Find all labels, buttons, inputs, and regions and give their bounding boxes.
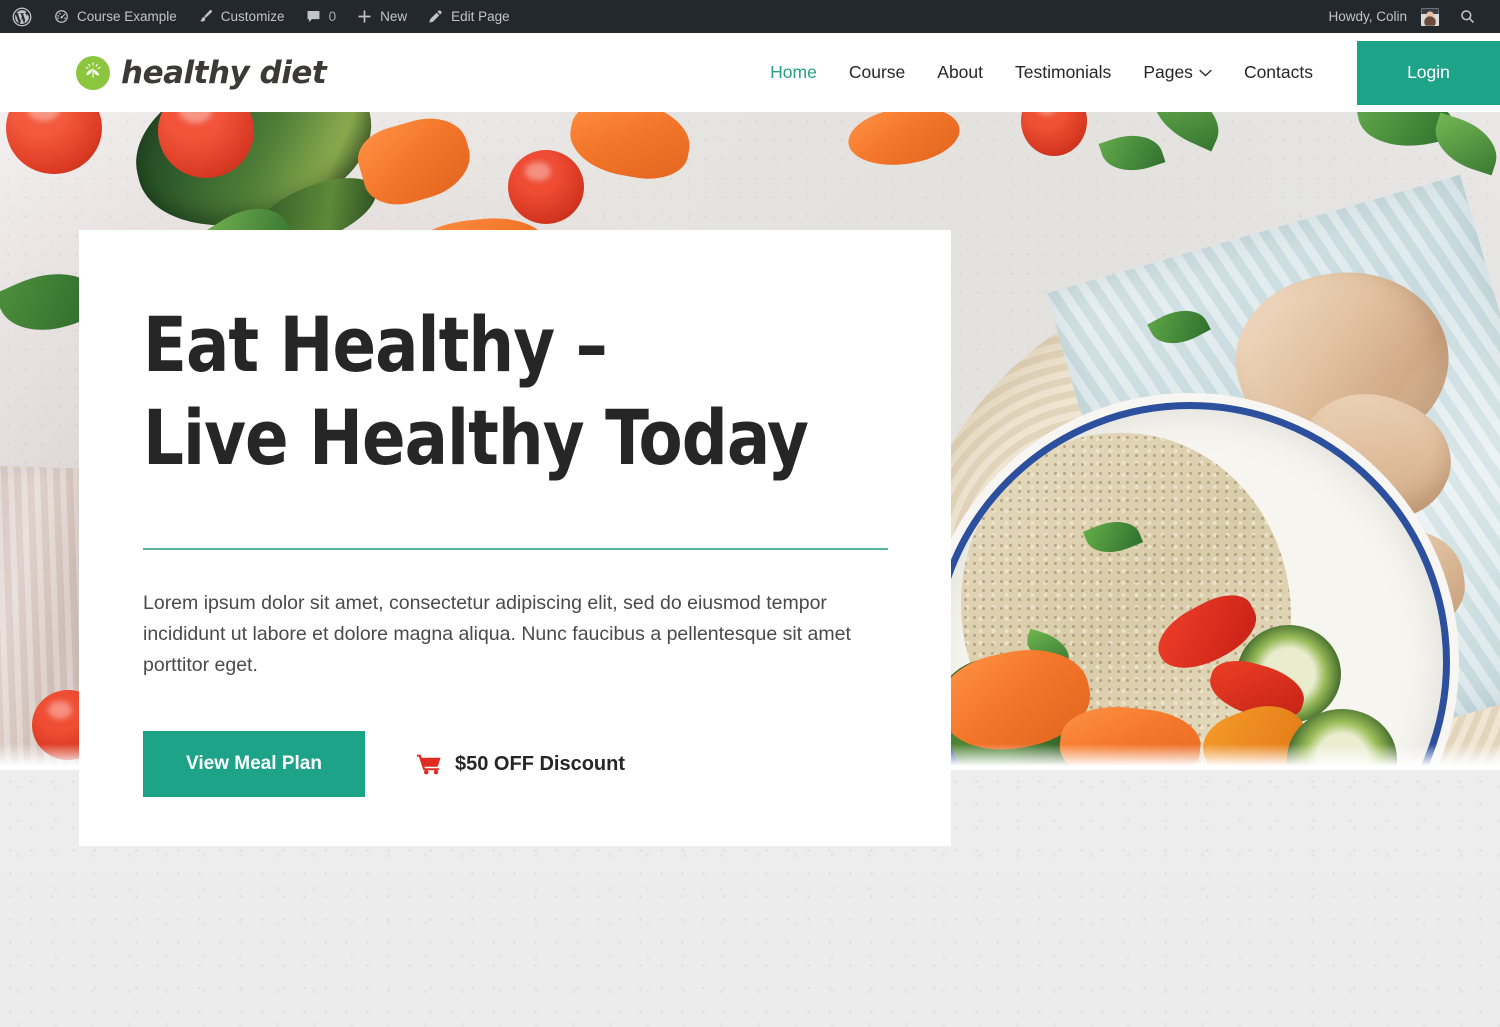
nav-item-testimonials[interactable]: Testimonials: [1015, 62, 1111, 83]
nav-item-contacts-label: Contacts: [1243, 62, 1313, 82]
adminbar-item-comments[interactable]: 0: [295, 0, 347, 33]
nav-item-pages-label: Pages: [1143, 62, 1193, 82]
adminbar-item-new[interactable]: New: [346, 0, 417, 33]
avatar: [1421, 7, 1439, 26]
hero-content-card: Eat Healthy – Live Healthy Today Lorem i…: [79, 230, 951, 846]
comment-bubble-icon: [305, 8, 322, 25]
leaf-sprout-logo-icon: [76, 55, 110, 90]
nav-item-testimonials-label: Testimonials: [1015, 62, 1112, 82]
paintbrush-icon: [197, 8, 214, 25]
search-icon: [1459, 8, 1476, 25]
site-title: healthy diet: [121, 54, 327, 91]
dashboard-icon: [53, 8, 70, 25]
admin-bar-left-group: Course Example Customize 0 New Edit Page: [0, 0, 520, 33]
adminbar-howdy-label: Howdy, Colin: [1328, 9, 1407, 24]
primary-navigation: Home Course About Testimonials Pages Con…: [770, 62, 1313, 83]
discount-link[interactable]: $50 OFF Discount: [417, 753, 625, 776]
adminbar-my-account[interactable]: Howdy, Colin: [1318, 0, 1449, 33]
adminbar-item-site-name[interactable]: Course Example: [43, 0, 187, 33]
adminbar-comment-count: 0: [328, 9, 337, 24]
login-button[interactable]: Login: [1357, 40, 1500, 105]
tomato: [508, 150, 584, 224]
adminbar-site-name-label: Course Example: [77, 9, 177, 24]
page-root: Course Example Customize 0 New Edit Page…: [0, 0, 1500, 1027]
adminbar-new-label: New: [380, 9, 408, 24]
title-divider: [143, 548, 888, 550]
shopping-cart-icon: [417, 753, 442, 775]
wp-admin-bar: Course Example Customize 0 New Edit Page…: [0, 0, 1500, 33]
wp-logo-menu[interactable]: [0, 0, 43, 33]
adminbar-edit-page-label: Edit Page: [451, 9, 510, 24]
adminbar-item-customize[interactable]: Customize: [187, 0, 295, 33]
view-meal-plan-button[interactable]: View Meal Plan: [143, 731, 365, 797]
hero-actions: View Meal Plan $50 OFF Discount: [143, 731, 887, 797]
nav-item-course-label: Course: [848, 62, 906, 82]
nav-item-pages[interactable]: Pages: [1143, 62, 1212, 83]
chevron-down-icon: [1199, 69, 1212, 77]
page-title: Eat Healthy – Live Healthy Today: [143, 300, 809, 482]
site-logo-link[interactable]: healthy diet: [76, 54, 327, 91]
nav-item-about-label: About: [937, 62, 984, 82]
nav-item-contacts[interactable]: Contacts: [1244, 62, 1313, 83]
adminbar-search-button[interactable]: [1449, 0, 1490, 33]
admin-bar-right-group: Howdy, Colin: [1318, 0, 1500, 33]
nav-item-home[interactable]: Home: [770, 62, 817, 83]
adminbar-item-edit-page[interactable]: Edit Page: [417, 0, 520, 33]
nav-item-course[interactable]: Course: [849, 62, 905, 83]
discount-link-label: $50 OFF Discount: [455, 752, 626, 775]
hero-description: Lorem ipsum dolor sit amet, consectetur …: [143, 592, 851, 676]
wordpress-logo-icon: [12, 7, 32, 27]
pencil-icon: [427, 8, 444, 25]
nav-item-home-label: Home: [770, 62, 817, 82]
site-header: healthy diet Home Course About Testimoni…: [0, 33, 1500, 112]
nav-item-about[interactable]: About: [937, 62, 983, 83]
plus-icon: [356, 8, 373, 25]
adminbar-customize-label: Customize: [220, 9, 285, 24]
